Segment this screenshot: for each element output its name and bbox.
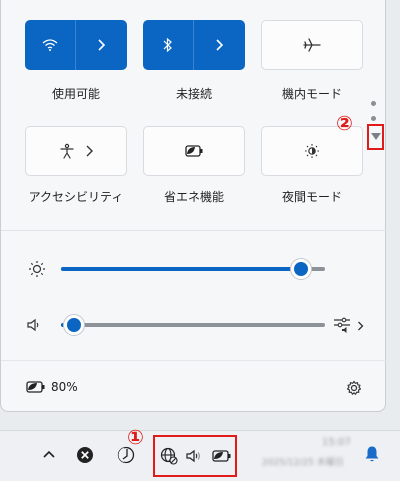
accessibility-tile-label: アクセシビリティ xyxy=(28,190,124,204)
chevron-right-icon xyxy=(86,145,93,157)
quick-settings-footer: 80% xyxy=(1,360,387,412)
triangle-down-icon[interactable] xyxy=(370,133,381,141)
energy-saver-tile[interactable] xyxy=(143,126,245,176)
page-indicator-dot[interactable] xyxy=(371,116,376,121)
chevron-right-icon xyxy=(358,321,364,331)
bluetooth-tile[interactable] xyxy=(143,20,245,70)
bluetooth-toggle[interactable] xyxy=(143,20,193,70)
volume-mixer-button[interactable] xyxy=(333,316,365,334)
volume-slider[interactable] xyxy=(61,315,325,335)
wifi-tile[interactable] xyxy=(25,20,127,70)
bell-icon[interactable] xyxy=(364,445,380,463)
night-light-icon xyxy=(305,144,319,158)
system-tray-highlight xyxy=(153,435,237,477)
energy-saver-tile-label: 省エネ機能 xyxy=(163,190,224,204)
gear-icon[interactable] xyxy=(346,380,362,396)
quick-settings-panel: 使用可能 未接続 機内モード アクセシビリティ 省エネ機能 夜間モード ② 80… xyxy=(0,0,387,412)
volume-mixer-icon xyxy=(334,317,350,333)
accessibility-icon xyxy=(60,143,74,159)
bluetooth-tile-label: 未接続 xyxy=(175,87,212,101)
wifi-expand-button[interactable] xyxy=(76,20,126,70)
battery-status[interactable]: 80% xyxy=(25,380,78,394)
clock-date[interactable]: 2025/12/25 木曜日 xyxy=(262,455,344,468)
next-page-arrow-highlight xyxy=(367,124,384,150)
energy-saver-icon xyxy=(185,145,203,157)
bluetooth-icon xyxy=(163,37,172,53)
airplane-mode-tile[interactable] xyxy=(261,20,363,70)
section-divider xyxy=(1,230,387,231)
speaker-icon[interactable] xyxy=(26,318,42,332)
brightness-slider-fill xyxy=(61,267,301,271)
accessibility-tile[interactable] xyxy=(25,126,127,176)
wifi-tile-label: 使用可能 xyxy=(51,87,100,101)
brightness-slider[interactable] xyxy=(61,259,325,279)
bluetooth-expand-button[interactable] xyxy=(194,20,244,70)
battery-saver-icon xyxy=(26,381,45,393)
annotation-marker-2: ② xyxy=(336,111,353,135)
airplane-icon xyxy=(303,38,321,52)
battery-percentage: 80% xyxy=(51,380,78,394)
page-indicator-dot[interactable] xyxy=(371,101,376,106)
annotation-marker-1: ① xyxy=(127,425,144,449)
night-light-tile-label: 夜間モード xyxy=(281,190,342,204)
wifi-toggle[interactable] xyxy=(25,20,75,70)
taskbar: ① 15:07 2025/12/25 木曜日 xyxy=(0,425,400,481)
chevron-right-icon xyxy=(216,39,223,51)
close-circle-icon[interactable] xyxy=(76,446,94,464)
airplane-mode-tile-label: 機内モード xyxy=(281,87,342,101)
footer-divider xyxy=(1,360,387,361)
chevron-right-icon xyxy=(98,39,105,51)
wifi-icon xyxy=(42,39,58,51)
brightness-icon xyxy=(29,261,45,277)
clock-time[interactable]: 15:07 xyxy=(322,437,351,448)
volume-slider-thumb[interactable] xyxy=(64,315,84,335)
chevron-up-icon[interactable] xyxy=(43,450,55,458)
brightness-slider-thumb[interactable] xyxy=(291,259,311,279)
